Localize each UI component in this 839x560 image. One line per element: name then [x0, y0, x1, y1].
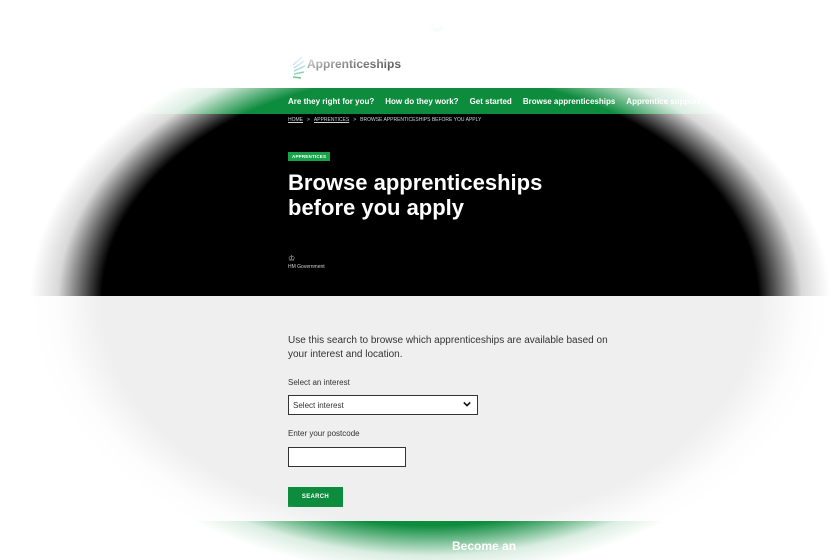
bookmarks-bar: EANR - Log in f Facebook [318, 14, 507, 34]
postcode-input[interactable] [288, 447, 406, 467]
search-intro-line2: your interest and location. [288, 349, 403, 360]
interest-select-value: Select interest [293, 400, 344, 410]
hm-government-label: HM Government [288, 264, 325, 270]
page-title: Browse apprenticeships before you apply [288, 170, 608, 220]
interest-select[interactable]: Select interest [288, 395, 478, 415]
site-header: Apprenticeships APPRENTICES [0, 50, 839, 90]
apprentices-link[interactable]: APPRENTICES [625, 61, 670, 67]
facebook-icon: f [428, 16, 445, 32]
nav-apprentice-support[interactable]: Apprentice support [626, 97, 700, 106]
breadcrumb-separator: > [307, 117, 310, 123]
bookmark-facebook[interactable]: Facebook [455, 17, 508, 31]
breadcrumb-separator: > [353, 117, 357, 123]
nav-right-for-you[interactable]: Are they right for you? [288, 97, 374, 106]
hm-government-logo: ♔ HM Government [288, 254, 325, 270]
site-logo-text[interactable]: Apprenticeships [307, 57, 401, 71]
apprenticeships-logo-icon[interactable] [288, 55, 306, 81]
chevron-down-icon [463, 401, 471, 407]
nav-get-started[interactable]: Get started [470, 97, 512, 106]
nav-how-do-they-work[interactable]: How do they work? [385, 97, 458, 106]
breadcrumb: HOME > APPRENTICES > BROWSE APPRENTICESH… [288, 117, 481, 123]
hero-banner: HOME > APPRENTICES > BROWSE APPRENTICESH… [0, 114, 839, 296]
become-banner: Become an [0, 521, 839, 560]
bookmark-eanr[interactable]: EANR - Log in [342, 17, 419, 31]
breadcrumb-home[interactable]: HOME [288, 117, 303, 123]
interest-label: Select an interest [288, 378, 350, 387]
search-button[interactable]: SEARCH [288, 487, 343, 507]
postcode-label: Enter your postcode [288, 429, 360, 438]
main-nav: Are they right for you? How do they work… [0, 88, 839, 114]
search-intro-line1: Use this search to browse which apprenti… [288, 335, 608, 346]
search-section: Use this search to browse which apprenti… [0, 296, 839, 521]
page-title-line1: Browse apprenticeships [288, 170, 543, 195]
section-tag: APPRENTICES [288, 152, 331, 161]
nav-browse-apprenticeships[interactable]: Browse apprenticeships [523, 97, 615, 106]
breadcrumb-apprentices[interactable]: APPRENTICES [314, 117, 349, 123]
page-title-line2: before you apply [288, 195, 465, 220]
become-heading: Become an [452, 539, 517, 553]
breadcrumb-current: BROWSE APPRENTICESHIPS BEFORE YOU APPLY [360, 117, 482, 123]
search-intro: Use this search to browse which apprenti… [288, 334, 638, 362]
bookmark-icon [318, 17, 332, 31]
crest-icon: ♔ [288, 254, 296, 263]
